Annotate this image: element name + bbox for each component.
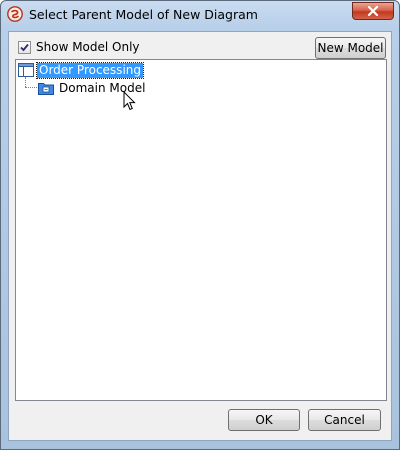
diagram-icon bbox=[18, 63, 34, 77]
dialog-body: Show Model Only New Model Order Processi… bbox=[8, 31, 392, 441]
mouse-cursor-icon bbox=[123, 90, 137, 114]
tree-connector-horizontal bbox=[25, 87, 37, 88]
ok-button[interactable]: OK bbox=[228, 409, 300, 431]
tree-connector-vertical bbox=[25, 77, 26, 87]
window-title: Select Parent Model of New Diagram bbox=[29, 7, 258, 22]
new-model-button[interactable]: New Model bbox=[315, 37, 386, 59]
show-model-only-label: Show Model Only bbox=[36, 40, 140, 54]
app-logo-icon bbox=[7, 6, 23, 22]
show-model-only-option[interactable]: Show Model Only bbox=[18, 39, 140, 55]
model-folder-icon bbox=[38, 83, 54, 95]
title-bar[interactable]: Select Parent Model of New Diagram bbox=[1, 1, 399, 29]
show-model-only-checkbox[interactable] bbox=[18, 40, 31, 54]
close-icon bbox=[367, 6, 379, 16]
cancel-button[interactable]: Cancel bbox=[308, 409, 381, 431]
model-tree[interactable]: Order Processing Domain Model bbox=[15, 59, 387, 401]
close-button[interactable] bbox=[352, 2, 394, 20]
tree-node-label: Order Processing bbox=[36, 61, 144, 79]
dialog-window: Select Parent Model of New Diagram Show … bbox=[0, 0, 400, 450]
tree-node-order-processing[interactable]: Order Processing bbox=[18, 61, 144, 79]
checkmark-icon bbox=[20, 43, 29, 51]
